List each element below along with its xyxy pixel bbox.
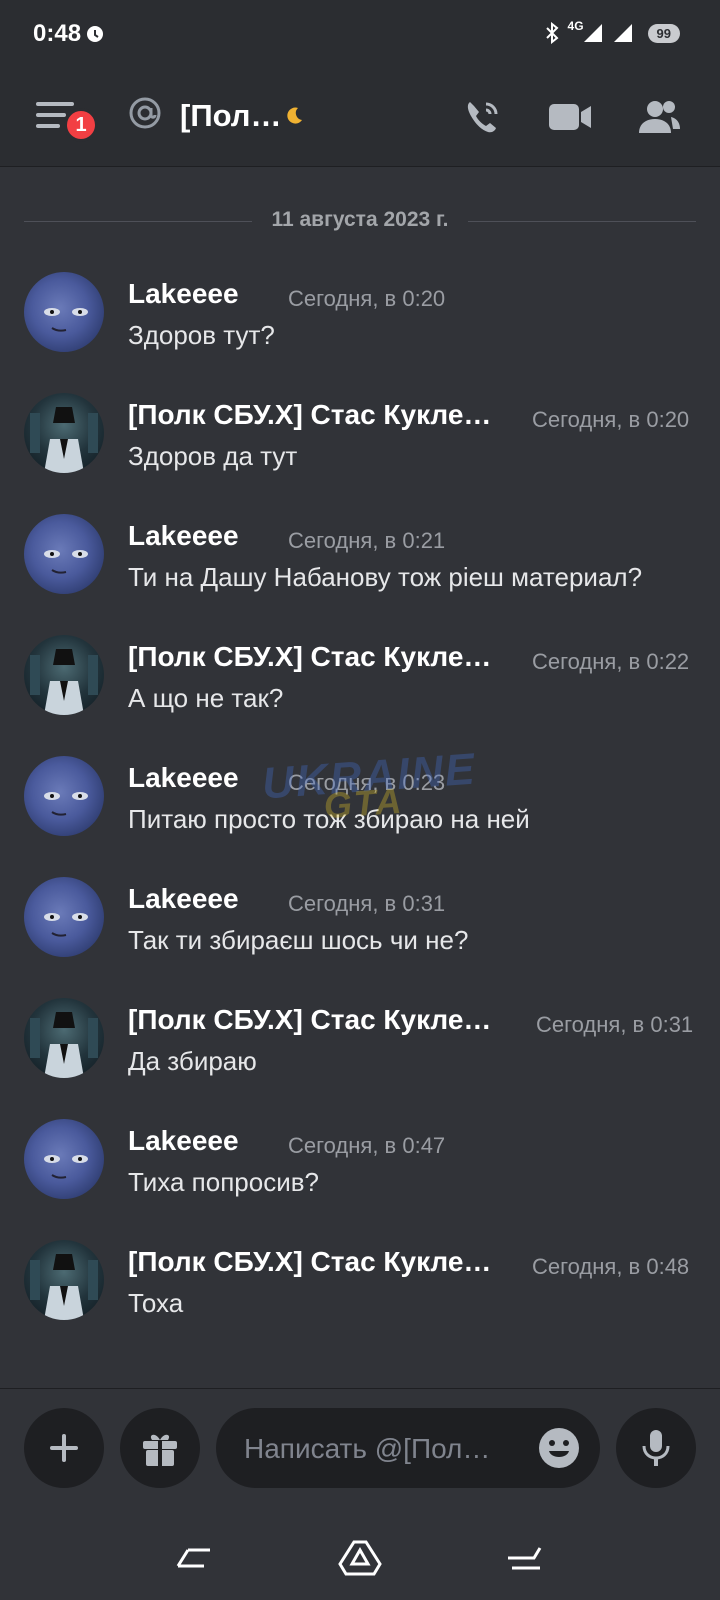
wifi-signal-icon: [613, 24, 632, 42]
message-author[interactable]: Lakeeee: [128, 1125, 239, 1157]
voice-message-button[interactable]: [616, 1408, 696, 1488]
message-author[interactable]: [Полк СБУ.X] Стас Кукле…: [128, 399, 491, 431]
avatar[interactable]: [24, 1119, 104, 1199]
emoji-button[interactable]: [538, 1427, 580, 1474]
message-author[interactable]: Lakeeee: [128, 762, 239, 794]
user-avatar-icon: [44, 1155, 88, 1179]
message-input-box[interactable]: [216, 1408, 600, 1488]
user-avatar-icon: [44, 550, 88, 574]
system-nav-bar: [0, 1510, 720, 1600]
message-item[interactable]: [Полк СБУ.X] Стас Кукле… Сегодня, в 0:31…: [24, 998, 696, 1098]
message-text: Здоров тут?: [128, 320, 275, 350]
user-avatar-icon: [44, 792, 88, 816]
message-timestamp: Сегодня, в 0:31: [288, 891, 446, 916]
nav-back-button[interactable]: [164, 1528, 224, 1588]
user-avatar-icon: [30, 407, 98, 473]
recents-gesture-icon: [508, 1547, 542, 1570]
message-item[interactable]: Lakeeee Сегодня, в 0:47 Тиха попросив?: [24, 1119, 696, 1219]
emoji-smile-icon: [539, 1428, 579, 1468]
avatar[interactable]: [24, 514, 104, 594]
message-timestamp: Сегодня, в 0:47: [288, 1133, 446, 1158]
message-author[interactable]: [Полк СБУ.X] Стас Кукле…: [128, 1004, 491, 1036]
network-type: 4G: [567, 19, 584, 33]
message-text: Ти на Дашу Набанову тож рieш материал?: [128, 562, 643, 592]
message-author[interactable]: Lakeeee: [128, 883, 239, 915]
message-text: Так ти збираєш шось чи не?: [128, 925, 469, 955]
message-input[interactable]: [242, 1428, 516, 1470]
battery-indicator: 99: [647, 23, 680, 43]
date-divider: 11 августа 2023 г.: [24, 208, 696, 238]
user-avatar-icon: [30, 1012, 98, 1078]
message-timestamp: Сегодня, в 0:31: [536, 1012, 694, 1037]
message-item[interactable]: [Полк СБУ.X] Стас Кукле… Сегодня, в 0:20…: [24, 393, 696, 493]
message-timestamp: Сегодня, в 0:22: [532, 649, 690, 674]
message-text: А що не так?: [128, 683, 284, 713]
user-avatar-icon: [30, 1254, 98, 1320]
voice-call-button[interactable]: [458, 92, 508, 142]
chat-header: 1 [Пол…: [0, 70, 720, 167]
message-text: Здоров да тут: [128, 441, 298, 471]
attach-button[interactable]: [24, 1408, 104, 1488]
plus-icon: [50, 1434, 78, 1462]
message-timestamp: Сегодня, в 0:21: [288, 528, 446, 553]
avatar[interactable]: [24, 393, 104, 473]
gift-button[interactable]: [120, 1408, 200, 1488]
phone-call-icon: [467, 102, 498, 133]
status-time: 0:48: [33, 20, 82, 47]
idle-moon-icon: [287, 107, 302, 124]
members-icon: [639, 101, 680, 133]
avatar[interactable]: [24, 756, 104, 836]
avatar[interactable]: [24, 998, 104, 1078]
video-camera-icon: [549, 104, 591, 130]
message-item[interactable]: [Полк СБУ.X] Стас Кукле… Сегодня, в 0:48…: [24, 1240, 696, 1340]
message-item[interactable]: Lakeeee Сегодня, в 0:20 Здоров тут?: [24, 272, 696, 372]
message-author[interactable]: [Полк СБУ.X] Стас Кукле…: [128, 641, 491, 673]
message-item[interactable]: Lakeeee Сегодня, в 0:31 Так ти збираєш ш…: [24, 877, 696, 977]
at-sign-icon: [129, 97, 161, 129]
unread-badge: 1: [64, 108, 98, 142]
message-author[interactable]: [Полк СБУ.X] Стас Кукле…: [128, 1246, 491, 1278]
user-avatar-icon: [44, 308, 88, 332]
message-item[interactable]: [Полк СБУ.X] Стас Кукле… Сегодня, в 0:22…: [24, 635, 696, 735]
user-avatar-icon: [44, 913, 88, 937]
home-triangle-icon: [338, 1540, 382, 1576]
message-text: Тоха: [128, 1288, 184, 1318]
back-gesture-icon: [176, 1548, 210, 1568]
nav-recents-button[interactable]: [494, 1528, 554, 1588]
message-text: Тиха попросив?: [128, 1167, 319, 1197]
composer-divider: [0, 1388, 720, 1389]
watermark-line2: GTA: [322, 779, 405, 827]
signal-icon: [583, 24, 602, 42]
status-bar: 0:48 4G 99: [0, 0, 720, 70]
alarm-icon: [87, 26, 103, 42]
avatar[interactable]: [24, 635, 104, 715]
avatar[interactable]: [24, 1240, 104, 1320]
message-author[interactable]: Lakeeee: [128, 520, 239, 552]
message-timestamp: Сегодня, в 0:20: [288, 286, 446, 311]
video-call-button[interactable]: [546, 92, 596, 142]
microphone-icon: [642, 1430, 670, 1466]
message-timestamp: Сегодня, в 0:48: [532, 1254, 690, 1279]
channel-title[interactable]: [Пол…: [180, 98, 281, 134]
nav-home-button[interactable]: [330, 1528, 390, 1588]
message-author[interactable]: Lakeeee: [128, 278, 239, 310]
bluetooth-icon: [545, 22, 559, 44]
user-avatar-icon: [30, 649, 98, 715]
message-timestamp: Сегодня, в 0:20: [532, 407, 690, 432]
avatar[interactable]: [24, 272, 104, 352]
members-button[interactable]: [634, 92, 684, 142]
avatar[interactable]: [24, 877, 104, 957]
gift-icon: [143, 1434, 177, 1466]
message-item[interactable]: Lakeeee Сегодня, в 0:21 Ти на Дашу Набан…: [24, 514, 696, 614]
message-text: Да збираю: [128, 1046, 257, 1076]
date-label: 11 августа 2023 г.: [271, 208, 449, 231]
